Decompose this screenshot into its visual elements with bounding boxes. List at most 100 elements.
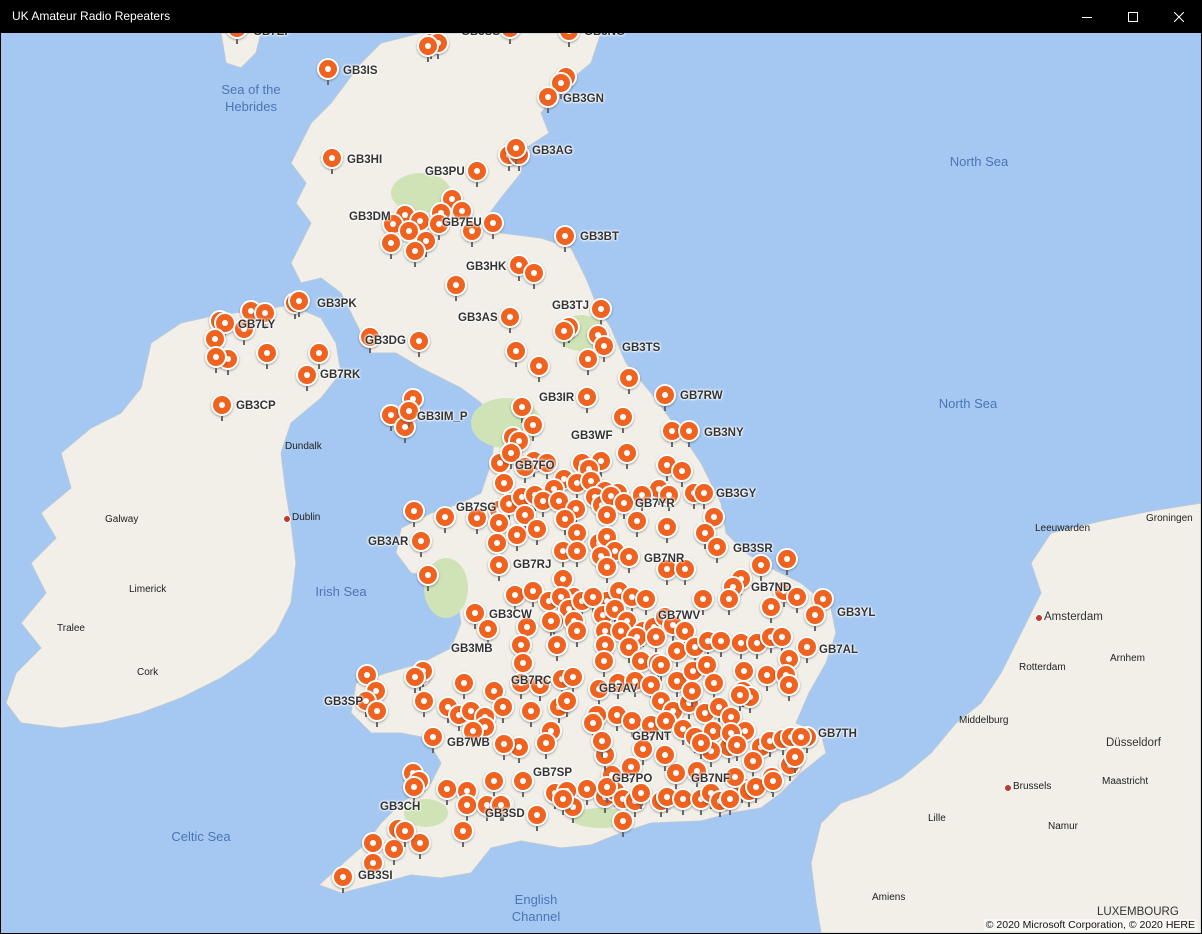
repeater-pin-icon[interactable]	[317, 58, 339, 85]
repeater-pin-icon[interactable]	[505, 137, 527, 164]
repeater-pin-icon[interactable]	[413, 690, 435, 717]
repeater-pin-icon[interactable]	[296, 364, 318, 391]
repeater-pin-icon[interactable]	[403, 500, 425, 527]
repeater-callsign-label[interactable]: GB3AR	[368, 536, 408, 548]
repeater-pin-icon[interactable]	[321, 147, 343, 174]
repeater-pin-icon[interactable]	[453, 672, 475, 699]
repeater-callsign-label[interactable]: GB7EF	[253, 33, 291, 38]
repeater-callsign-label[interactable]: GB7RK	[320, 369, 360, 381]
repeater-callsign-label[interactable]: GB7SP	[533, 767, 572, 779]
repeater-pin-icon[interactable]	[404, 240, 426, 267]
repeater-pin-icon[interactable]	[681, 680, 703, 707]
repeater-pin-icon[interactable]	[332, 866, 354, 893]
repeater-pin-icon[interactable]	[645, 626, 667, 653]
repeater-pin-icon[interactable]	[205, 346, 227, 373]
repeater-pin-icon[interactable]	[706, 536, 728, 563]
repeater-pin-icon[interactable]	[288, 290, 310, 317]
repeater-pin-icon[interactable]	[520, 700, 542, 727]
repeater-pin-icon[interactable]	[566, 620, 588, 647]
repeater-pin-icon[interactable]	[380, 232, 402, 259]
repeater-callsign-label[interactable]: GB3SP	[324, 696, 363, 708]
repeater-pin-icon[interactable]	[790, 726, 812, 753]
repeater-pin-icon[interactable]	[482, 212, 504, 239]
repeater-pin-icon[interactable]	[778, 674, 800, 701]
repeater-pin-icon[interactable]	[512, 770, 534, 797]
repeater-pin-icon[interactable]	[726, 734, 748, 761]
repeater-callsign-label[interactable]: GB3DM	[349, 211, 391, 223]
repeater-pin-icon[interactable]	[804, 604, 826, 631]
repeater-callsign-label[interactable]: GB3SD	[485, 808, 525, 820]
repeater-pin-icon[interactable]	[477, 618, 499, 645]
repeater-callsign-label[interactable]: GB3TJ	[552, 300, 589, 312]
repeater-pin-icon[interactable]	[456, 794, 478, 821]
repeater-pin-icon[interactable]	[590, 298, 612, 325]
repeater-pin-icon[interactable]	[512, 652, 534, 679]
repeater-callsign-label[interactable]: GB7ND	[751, 582, 791, 594]
repeater-pin-icon[interactable]	[718, 588, 740, 615]
repeater-pin-icon[interactable]	[577, 348, 599, 375]
repeater-callsign-label[interactable]: GB3SS	[461, 33, 500, 38]
repeater-callsign-label[interactable]: GB7SG	[456, 502, 496, 514]
repeater-callsign-label[interactable]: GB3IM_P	[417, 411, 468, 423]
repeater-pin-icon[interactable]	[526, 518, 548, 545]
repeater-callsign-label[interactable]: GB3YL	[837, 607, 875, 619]
repeater-pin-icon[interactable]	[403, 776, 425, 803]
repeater-pin-icon[interactable]	[505, 340, 527, 367]
repeater-callsign-label[interactable]: GB7AL	[819, 644, 858, 656]
repeater-callsign-label[interactable]: GB3GY	[716, 488, 756, 500]
repeater-pin-icon[interactable]	[591, 730, 613, 757]
repeater-callsign-label[interactable]: GB3CP	[236, 400, 276, 412]
repeater-pin-icon[interactable]	[540, 610, 562, 637]
repeater-pin-icon[interactable]	[483, 770, 505, 797]
repeater-pin-icon[interactable]	[776, 548, 798, 575]
repeater-pin-icon[interactable]	[546, 634, 568, 661]
repeater-callsign-label[interactable]: GB3CH	[380, 801, 420, 813]
repeater-pin-icon[interactable]	[417, 35, 439, 62]
repeater-callsign-label[interactable]: GB7EU	[442, 217, 482, 229]
repeater-pin-icon[interactable]	[488, 554, 510, 581]
repeater-pin-icon[interactable]	[535, 732, 557, 759]
maximize-button[interactable]	[1110, 0, 1156, 33]
repeater-callsign-label[interactable]: GB7FO	[515, 460, 555, 472]
repeater-pin-icon[interactable]	[556, 690, 578, 717]
repeater-pin-icon[interactable]	[554, 225, 576, 252]
repeater-pin-icon[interactable]	[760, 596, 782, 623]
repeater-callsign-label[interactable]: GB7RW	[680, 390, 723, 402]
map-view[interactable]: Sea of the Hebrides North Sea North Sea Iri…	[1, 33, 1201, 933]
repeater-pin-icon[interactable]	[492, 696, 514, 723]
close-button[interactable]	[1156, 0, 1202, 33]
repeater-callsign-label[interactable]: GB3SR	[733, 543, 773, 555]
repeater-callsign-label[interactable]: GB3HI	[347, 154, 382, 166]
repeater-callsign-label[interactable]: GB3CW	[489, 609, 532, 621]
repeater-pin-icon[interactable]	[635, 588, 657, 615]
repeater-pin-icon[interactable]	[618, 546, 640, 573]
repeater-pin-icon[interactable]	[394, 820, 416, 847]
repeater-pin-icon[interactable]	[750, 554, 772, 581]
repeater-pin-icon[interactable]	[445, 274, 467, 301]
repeater-pin-icon[interactable]	[690, 732, 712, 759]
repeater-pin-icon[interactable]	[729, 684, 751, 711]
repeater-callsign-label[interactable]: GB7NR	[644, 553, 684, 565]
repeater-pin-icon[interactable]	[566, 540, 588, 567]
repeater-pin-icon[interactable]	[506, 524, 528, 551]
repeater-pin-icon[interactable]	[256, 342, 278, 369]
repeater-pin-icon[interactable]	[618, 367, 640, 394]
repeater-callsign-label[interactable]: GB3TS	[622, 342, 660, 354]
repeater-pin-icon[interactable]	[410, 530, 432, 557]
repeater-pin-icon[interactable]	[656, 516, 678, 543]
repeater-pin-icon[interactable]	[562, 666, 584, 693]
repeater-pin-icon[interactable]	[626, 510, 648, 537]
repeater-callsign-label[interactable]: GB7AV	[599, 683, 638, 695]
repeater-pin-icon[interactable]	[612, 810, 634, 837]
repeater-pin-icon[interactable]	[612, 406, 634, 433]
repeater-pin-icon[interactable]	[784, 746, 806, 773]
repeater-pin-icon[interactable]	[678, 420, 700, 447]
repeater-callsign-label[interactable]: GB3MB	[451, 643, 493, 655]
repeater-callsign-label[interactable]: GB3NY	[704, 427, 744, 439]
repeater-pin-icon[interactable]	[523, 262, 545, 289]
repeater-pin-icon[interactable]	[436, 778, 458, 805]
repeater-callsign-label[interactable]: GB3HK	[466, 261, 506, 273]
repeater-pin-icon[interactable]	[762, 770, 784, 797]
repeater-pin-icon[interactable]	[692, 588, 714, 615]
repeater-callsign-label[interactable]: GB3GN	[563, 93, 604, 105]
